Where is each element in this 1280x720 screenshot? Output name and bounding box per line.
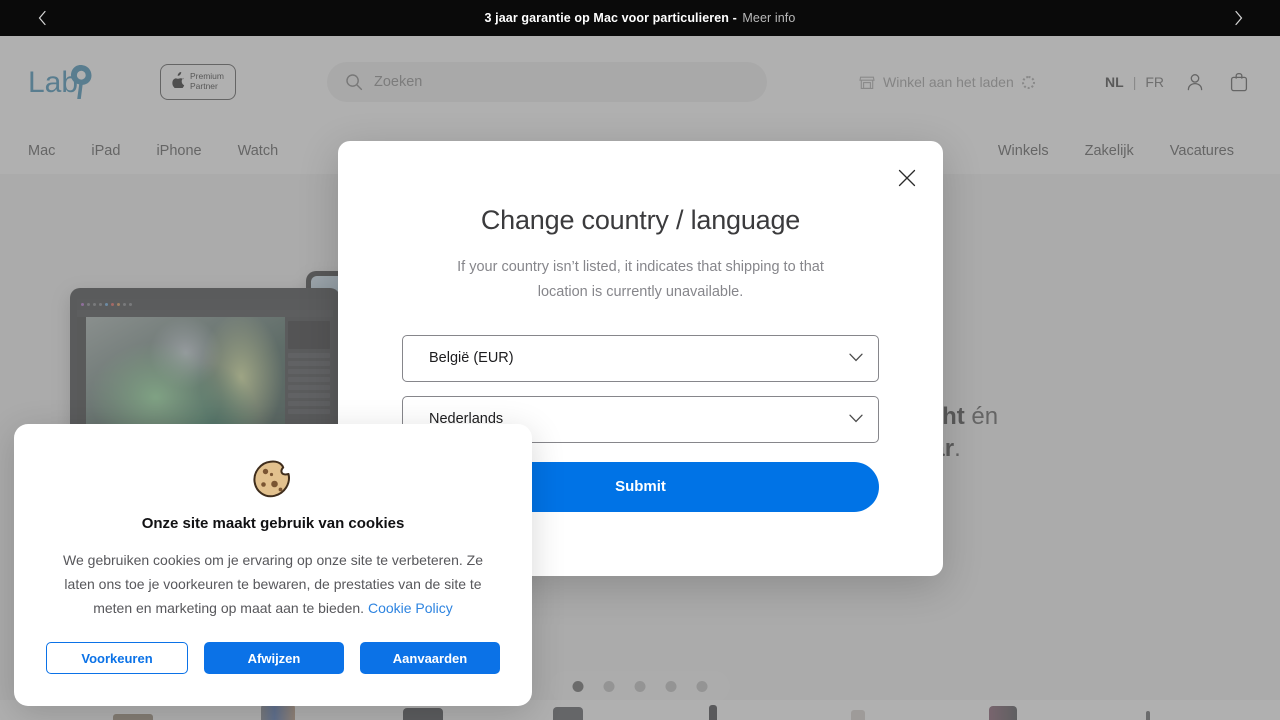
store-status-label: Winkel aan het laden bbox=[883, 74, 1014, 90]
cookie-policy-link[interactable]: Cookie Policy bbox=[368, 600, 453, 616]
editor-toolbar bbox=[77, 299, 333, 310]
partner-line-2: Partner bbox=[189, 81, 218, 91]
chevron-left-icon bbox=[38, 10, 46, 26]
cookie-accept-button[interactable]: Aanvaarden bbox=[360, 642, 500, 675]
nav-item-iphone[interactable]: iPhone bbox=[138, 143, 219, 159]
cookie-glyph-icon bbox=[253, 460, 290, 498]
nav-item-vacatures[interactable]: Vacatures bbox=[1152, 143, 1252, 159]
product-thumb[interactable] bbox=[691, 702, 735, 720]
cart-button[interactable] bbox=[1226, 69, 1252, 95]
editor-menubar bbox=[77, 310, 333, 317]
apple-logo-icon bbox=[172, 71, 185, 91]
language-nl[interactable]: NL bbox=[1105, 74, 1124, 90]
product-thumb[interactable] bbox=[546, 702, 590, 720]
header-actions: NL | FR bbox=[1105, 69, 1252, 95]
promo-link[interactable]: Meer info bbox=[742, 11, 795, 25]
carousel-dot-1[interactable] bbox=[572, 681, 584, 692]
promo-next-button[interactable] bbox=[1216, 0, 1260, 36]
partner-badge-text: Premium Partner bbox=[189, 71, 224, 92]
language-separator: | bbox=[1132, 74, 1137, 90]
store-icon bbox=[859, 76, 875, 89]
partner-line-1: Premium bbox=[189, 71, 224, 82]
close-icon bbox=[898, 169, 916, 187]
search-icon bbox=[346, 74, 363, 91]
lab9-logo-icon: Lab bbox=[28, 65, 92, 99]
app-root: 3 jaar garantie op Mac voor particuliere… bbox=[0, 0, 1280, 720]
search-bar[interactable] bbox=[327, 62, 767, 102]
search-input[interactable] bbox=[374, 74, 749, 90]
product-thumb[interactable] bbox=[1126, 702, 1170, 720]
carousel-dot-2[interactable] bbox=[603, 681, 615, 692]
chevron-right-icon bbox=[1234, 10, 1242, 26]
promo-message: 3 jaar garantie op Mac voor particuliere… bbox=[484, 11, 737, 25]
nav-item-mac[interactable]: Mac bbox=[28, 143, 73, 159]
bag-icon bbox=[1230, 72, 1248, 92]
cookie-body: We gebruiken cookies om je ervaring op o… bbox=[47, 548, 499, 620]
cookie-actions: Voorkeuren Afwijzen Aanvaarden bbox=[46, 642, 500, 675]
account-button[interactable] bbox=[1182, 69, 1208, 95]
language-fr[interactable]: FR bbox=[1145, 74, 1164, 90]
cookie-preferences-button[interactable]: Voorkeuren bbox=[46, 642, 188, 675]
store-status: Winkel aan het laden bbox=[859, 74, 1035, 90]
apple-premium-partner-badge: Premium Partner bbox=[160, 64, 236, 100]
cookie-reject-button[interactable]: Afwijzen bbox=[204, 642, 344, 675]
country-select[interactable]: België (EUR) bbox=[402, 334, 879, 382]
hero-sub-line2-light: . bbox=[954, 435, 961, 463]
modal-title: Change country / language bbox=[480, 205, 801, 235]
promo-banner: 3 jaar garantie op Mac voor particuliere… bbox=[0, 0, 1280, 36]
lab9-logo[interactable]: Lab bbox=[28, 61, 94, 103]
hero-sub-line1-light: én bbox=[971, 402, 999, 430]
nav-item-ipad[interactable]: iPad bbox=[73, 143, 138, 159]
user-icon bbox=[1187, 74, 1203, 91]
cookie-consent-banner: Onze site maakt gebruik van cookies We g… bbox=[14, 424, 532, 706]
loading-spinner-icon bbox=[1021, 75, 1035, 89]
language-switch[interactable]: NL | FR bbox=[1105, 74, 1164, 90]
nav-item-zakelijk[interactable]: Zakelijk bbox=[1067, 143, 1152, 159]
modal-subtitle: If your country isn’t listed, it indicat… bbox=[457, 259, 824, 300]
country-field: België (EUR) bbox=[402, 334, 879, 382]
cookie-title: Onze site maakt gebruik van cookies bbox=[141, 515, 405, 532]
nav-item-winkels[interactable]: Winkels bbox=[980, 143, 1067, 159]
carousel-dot-3[interactable] bbox=[634, 681, 646, 692]
site-header: Lab Premium Partner Zoeken Winkel aan he… bbox=[0, 36, 1280, 128]
modal-close-button[interactable] bbox=[892, 163, 922, 193]
nav-item-watch[interactable]: Watch bbox=[220, 143, 297, 159]
carousel-dots bbox=[550, 671, 730, 702]
carousel-dot-4[interactable] bbox=[665, 681, 677, 692]
product-thumb[interactable] bbox=[981, 702, 1025, 720]
cookie-icon bbox=[252, 458, 294, 500]
promo-prev-button[interactable] bbox=[20, 0, 64, 36]
apple-glyph-icon bbox=[172, 71, 185, 89]
promo-text: 3 jaar garantie op Mac voor particuliere… bbox=[485, 11, 796, 25]
product-thumb[interactable] bbox=[836, 702, 880, 720]
carousel-dot-5[interactable] bbox=[696, 681, 708, 692]
svg-text:Lab: Lab bbox=[28, 66, 78, 99]
